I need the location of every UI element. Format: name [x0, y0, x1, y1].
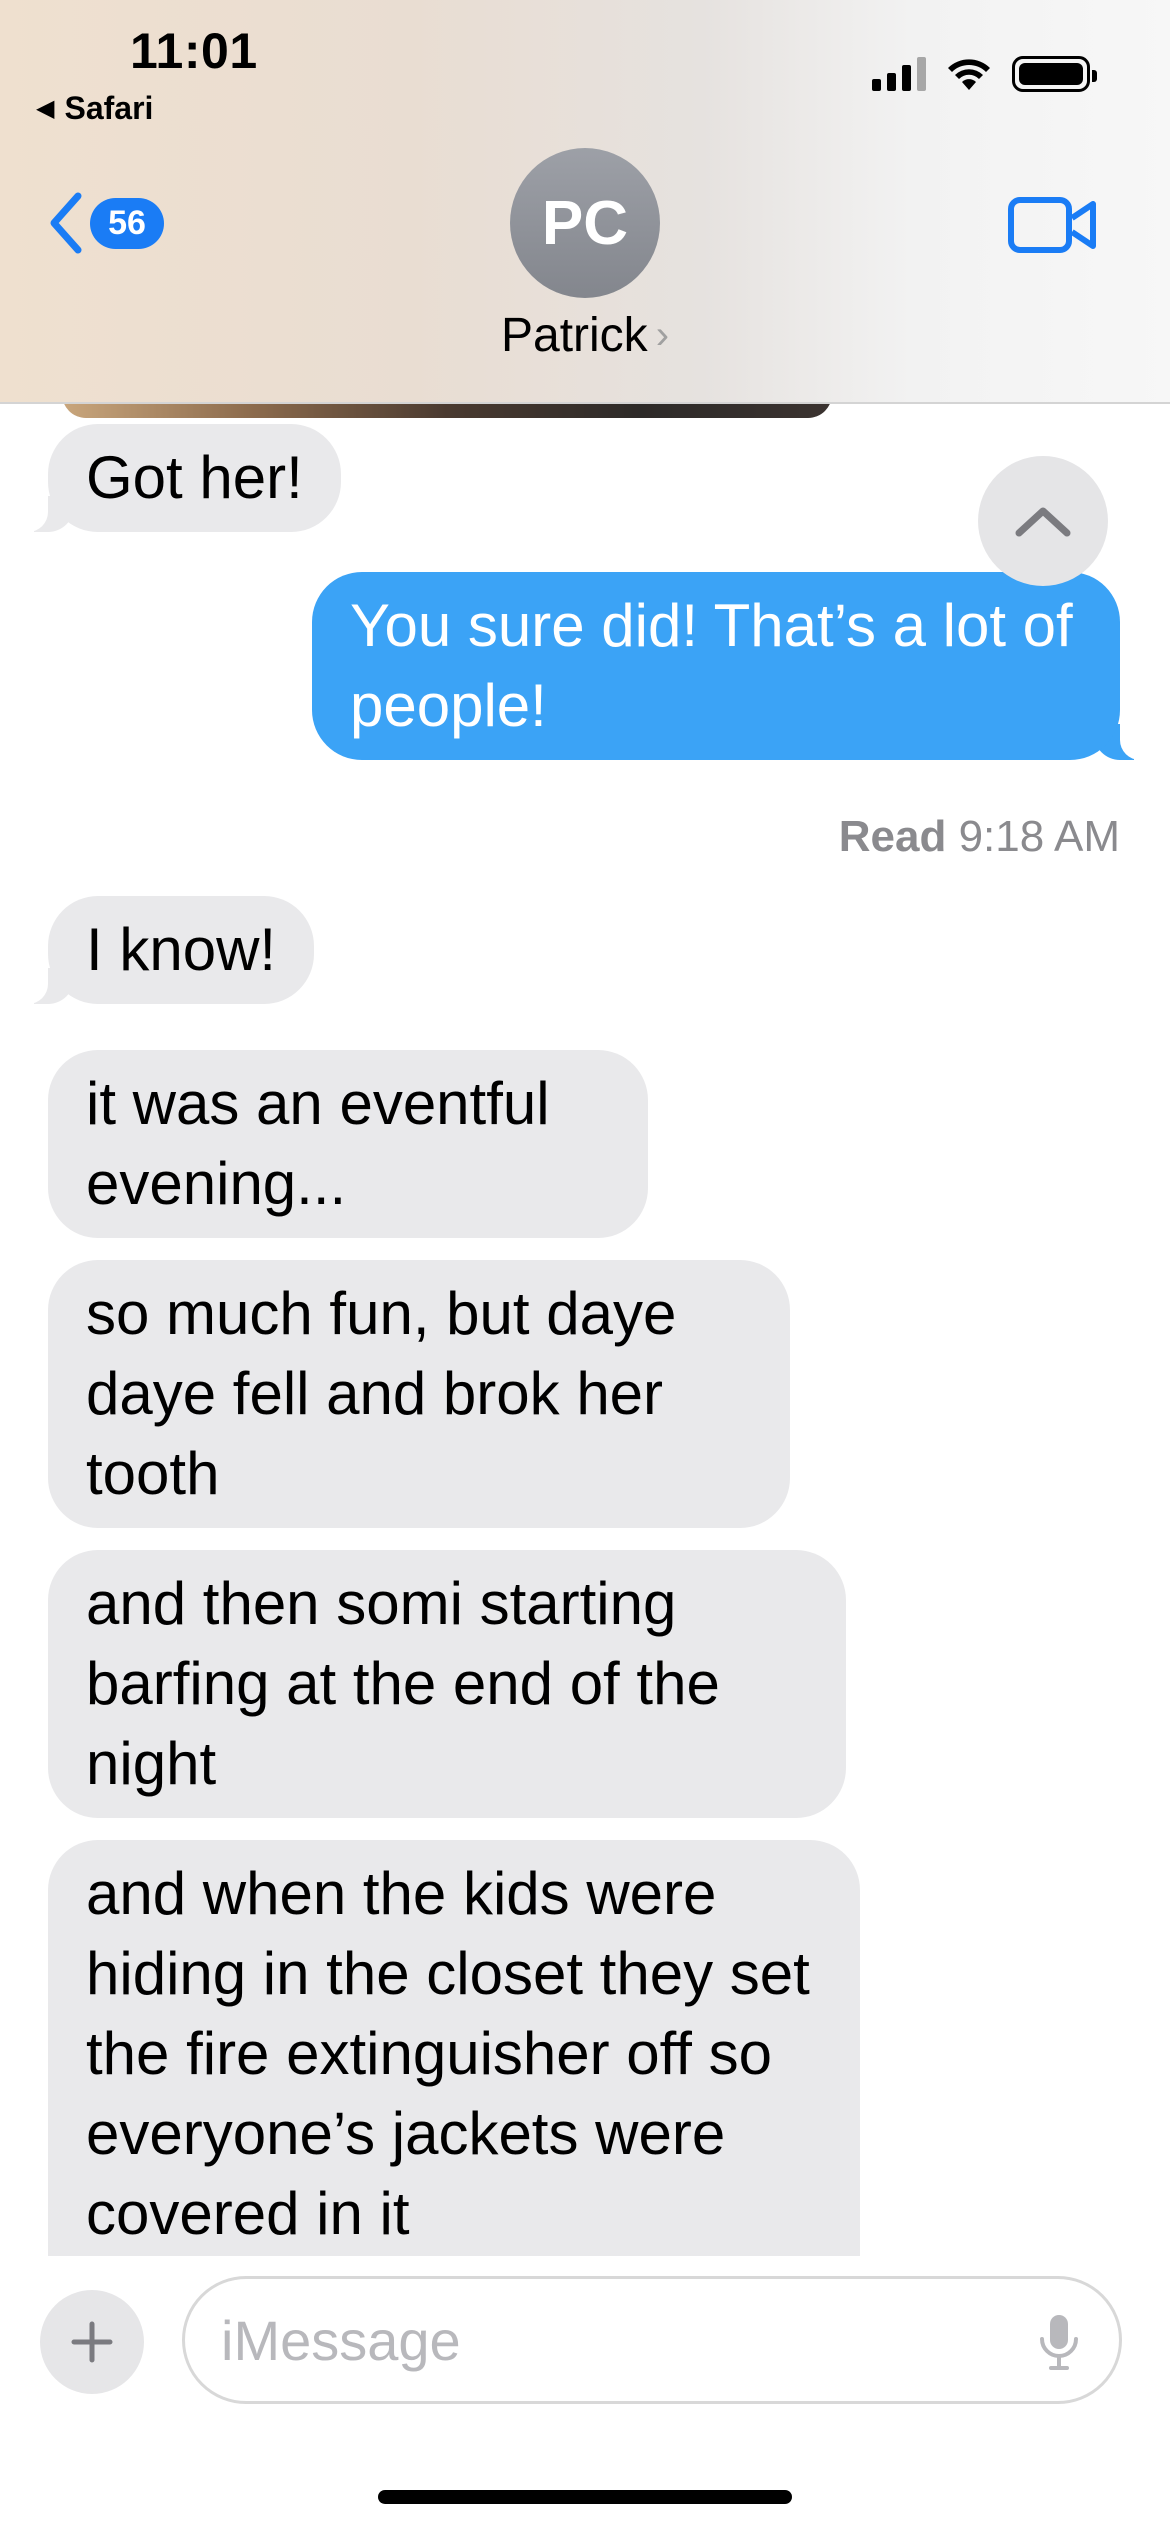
apps-plus-button[interactable] — [40, 2290, 144, 2394]
message-list[interactable]: Got her! You sure did! That’s a lot of p… — [0, 404, 1170, 2256]
received-message[interactable]: I know! — [13, 896, 315, 1004]
microphone-icon[interactable] — [1039, 2313, 1079, 2371]
read-label: Read — [838, 812, 947, 861]
battery-icon — [1012, 56, 1097, 92]
received-message[interactable]: it was an eventful evening... — [48, 1050, 648, 1238]
home-indicator[interactable] — [378, 2490, 792, 2504]
received-message[interactable]: and when the kids were hiding in the clo… — [48, 1840, 860, 2256]
status-time: 11:01 — [130, 23, 258, 79]
contact-name-button[interactable]: Patrick › — [501, 308, 669, 363]
chevron-up-icon — [1015, 507, 1071, 537]
read-time: 9:18 AM — [958, 812, 1120, 861]
conversation-header: 11:01 ◀ Safari 56 PC Patrick › — [0, 0, 1170, 404]
plus-icon — [71, 2321, 113, 2363]
received-message[interactable]: Got her! — [14, 424, 341, 532]
signal-icon — [872, 57, 926, 91]
contact-info[interactable]: PC Patrick › — [0, 148, 1170, 363]
composer-bar — [0, 2256, 1170, 2532]
back-triangle-icon: ◀ — [36, 95, 55, 122]
avatar[interactable]: PC — [510, 148, 660, 298]
back-to-app-link[interactable]: ◀ Safari — [36, 90, 153, 127]
wifi-icon — [948, 59, 990, 90]
chevron-right-icon: › — [655, 313, 670, 357]
video-camera-icon[interactable] — [1008, 196, 1098, 254]
message-input[interactable] — [221, 2307, 1021, 2373]
received-message[interactable]: and then somi starting barfing at the en… — [48, 1550, 846, 1818]
received-message[interactable]: so much fun, but daye daye fell and brok… — [48, 1260, 790, 1528]
messages-screen: 11:01 ◀ Safari 56 PC Patrick › Got her! … — [0, 0, 1170, 2532]
back-app-label: Safari — [64, 90, 154, 126]
message-input-container[interactable] — [182, 2276, 1122, 2404]
read-receipt: Read 9:18 AM — [839, 812, 1120, 862]
contact-name: Patrick — [500, 309, 648, 362]
status-icons — [872, 56, 1097, 92]
scroll-up-button[interactable] — [978, 456, 1108, 586]
sent-message[interactable]: You sure did! That’s a lot of people! — [312, 572, 1154, 760]
